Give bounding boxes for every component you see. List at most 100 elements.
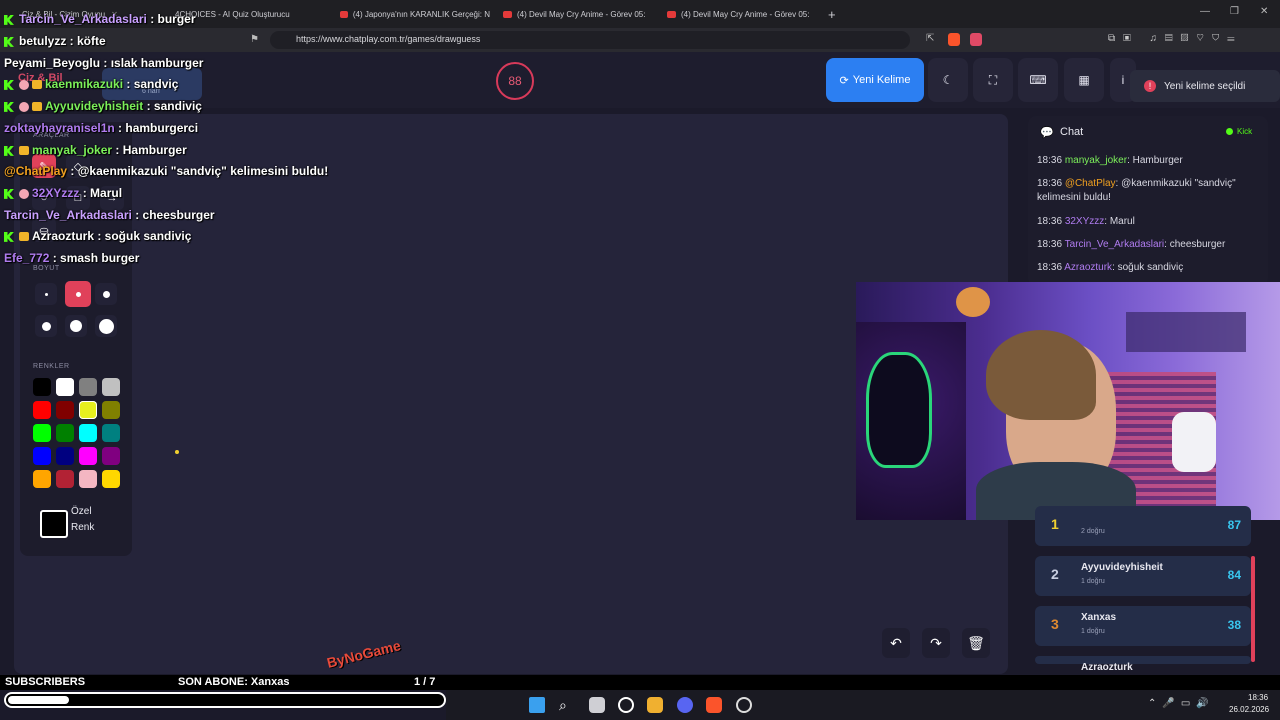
archive-button[interactable]: ▦ bbox=[1064, 58, 1104, 102]
color-swatch[interactable] bbox=[79, 401, 97, 419]
size-option[interactable] bbox=[35, 283, 57, 305]
message-time: 18:36 bbox=[1037, 216, 1063, 227]
size-label: BOYUT bbox=[33, 265, 60, 272]
sub-progress-bar bbox=[4, 692, 446, 708]
maximize-icon[interactable]: ❐ bbox=[1230, 6, 1239, 17]
overlay-text: : smash burger bbox=[49, 251, 140, 265]
message-user[interactable]: 32XYzzz bbox=[1065, 216, 1104, 227]
score-correct: 2 doğru bbox=[1081, 528, 1105, 535]
message-text: : @kaenmikazuki "sandviç" bbox=[1115, 178, 1236, 189]
color-swatch[interactable] bbox=[79, 470, 97, 488]
color-swatch[interactable] bbox=[102, 424, 120, 442]
tab-4choices[interactable]: 4CHOICES - AI Quiz Oluşturucu bbox=[175, 4, 325, 24]
new-word-button[interactable]: ⟳ Yeni Kelime bbox=[826, 58, 924, 102]
color-swatch[interactable] bbox=[56, 401, 74, 419]
url-text: https://www.chatplay.com.tr/games/drawgu… bbox=[296, 34, 481, 44]
new-word-label: Yeni Kelime bbox=[852, 74, 911, 86]
brave-shield-icon[interactable] bbox=[948, 33, 960, 46]
overlay-user: Tarcin_Ve_Arkadaslari bbox=[19, 12, 147, 26]
overlay-chat-line: Azraozturk : soğuk sandiviç bbox=[4, 229, 191, 243]
size-option[interactable] bbox=[65, 315, 87, 337]
overlay-user: Tarcin_Ve_Arkadaslari bbox=[4, 208, 132, 222]
overlay-user: @ChatPlay bbox=[4, 164, 68, 178]
color-swatch[interactable] bbox=[56, 378, 74, 396]
color-swatch[interactable] bbox=[33, 401, 51, 419]
overlay-chat-line: betulyzz : köfte bbox=[4, 34, 106, 48]
tab-label: (4) Devil May Cry Anime - Görev 05: bbox=[517, 9, 646, 19]
message-user[interactable]: @ChatPlay bbox=[1065, 178, 1116, 189]
message-time: 18:36 bbox=[1037, 178, 1063, 189]
custom-color-picker[interactable] bbox=[40, 510, 68, 538]
overlay-chat-line: kaenmikazuki : sandviç bbox=[4, 77, 178, 91]
overlay-text: : sandviç bbox=[123, 77, 179, 91]
subscriber-bar: SUBSCRIBERS SON ABONE: Xanxas 1 / 7 bbox=[0, 675, 1280, 690]
expand-icon: ⛶ bbox=[988, 72, 998, 87]
tab-label: (4) Japonya'nın KARANLIK Gerçeği: N bbox=[352, 9, 490, 19]
message-user[interactable]: manyak_joker bbox=[1065, 155, 1127, 166]
close-window-icon[interactable]: ✕ bbox=[1260, 6, 1268, 17]
obs-icon[interactable] bbox=[736, 697, 752, 713]
color-swatch[interactable] bbox=[79, 447, 97, 465]
bookmark-icon[interactable]: ⚑ bbox=[250, 34, 259, 45]
color-swatch[interactable] bbox=[33, 378, 51, 396]
url-field[interactable]: https://www.chatplay.com.tr/games/drawgu… bbox=[270, 31, 910, 49]
color-swatch[interactable] bbox=[102, 470, 120, 488]
size-option-selected[interactable] bbox=[65, 281, 91, 307]
tab-youtube-2[interactable]: (4) Devil May Cry Anime - Görev 05: bbox=[503, 4, 653, 24]
score-row: 1 2 doğru 87 bbox=[1035, 506, 1251, 546]
size-option[interactable] bbox=[95, 315, 117, 337]
brave-icon[interactable] bbox=[706, 697, 722, 713]
overlay-chat-line: manyak_joker : Hamburger bbox=[4, 143, 187, 157]
color-swatch[interactable] bbox=[79, 424, 97, 442]
undo-button[interactable]: ↶ bbox=[882, 628, 910, 658]
clear-button[interactable]: 🗑 bbox=[962, 628, 990, 658]
message-time: 18:36 bbox=[1037, 262, 1063, 273]
dark-mode-button[interactable]: ☾ bbox=[928, 58, 968, 102]
color-swatch[interactable] bbox=[102, 401, 120, 419]
message-user[interactable]: Azraozturk bbox=[1064, 262, 1112, 273]
size-option[interactable] bbox=[35, 315, 57, 337]
tab-youtube-3[interactable]: (4) Devil May Cry Anime - Görev 05: bbox=[667, 4, 817, 24]
colors-label: RENKLER bbox=[33, 363, 70, 370]
windows-start-icon[interactable] bbox=[529, 697, 545, 713]
brave-rewards-icon[interactable] bbox=[970, 33, 982, 46]
message-user[interactable]: Tarcin_Ve_Arkadaslari bbox=[1065, 239, 1165, 250]
search-icon[interactable]: ⌕ bbox=[559, 697, 575, 713]
microphone bbox=[1172, 412, 1216, 472]
tab-youtube-1[interactable]: (4) Japonya'nın KARANLIK Gerçeği: N bbox=[340, 4, 490, 24]
color-swatch[interactable] bbox=[33, 470, 51, 488]
overlay-text: : sandiviç bbox=[143, 99, 202, 113]
color-swatch[interactable] bbox=[102, 378, 120, 396]
new-tab-icon[interactable]: + bbox=[828, 4, 842, 24]
discord-icon[interactable] bbox=[677, 697, 693, 713]
score-row: Azraozturk bbox=[1035, 656, 1251, 673]
keyboard-button[interactable]: ⌨ bbox=[1018, 58, 1058, 102]
fullscreen-button[interactable]: ⛶ bbox=[973, 58, 1013, 102]
task-view-icon[interactable] bbox=[589, 697, 605, 713]
size-option[interactable] bbox=[95, 283, 117, 305]
color-swatch[interactable] bbox=[56, 470, 74, 488]
message-text: : Hamburger bbox=[1127, 155, 1183, 166]
app-icon[interactable] bbox=[647, 697, 663, 713]
minimize-icon[interactable]: — bbox=[1200, 6, 1210, 17]
redo-button[interactable]: ↷ bbox=[922, 628, 950, 658]
message-time: 18:36 bbox=[1037, 239, 1063, 250]
score-name: Ayyuvideyhisheit bbox=[1081, 562, 1163, 573]
color-swatch[interactable] bbox=[102, 447, 120, 465]
color-swatch[interactable] bbox=[33, 447, 51, 465]
overlay-text: : ıslak hamburger bbox=[100, 56, 204, 70]
color-swatch[interactable] bbox=[33, 424, 51, 442]
scrollbar[interactable] bbox=[1251, 556, 1255, 662]
system-tray-icons[interactable]: ⌃🎤▭🔊 bbox=[1148, 698, 1215, 709]
share-icon[interactable]: ⇱ bbox=[926, 33, 934, 44]
score-points: 84 bbox=[1227, 568, 1241, 582]
color-swatch[interactable] bbox=[56, 424, 74, 442]
overlay-text: : cheesburger bbox=[131, 208, 215, 222]
color-swatch[interactable] bbox=[79, 378, 97, 396]
extensions-icons[interactable]: ⧉▣ ♫▤▨♡⛉☰ bbox=[1108, 33, 1243, 44]
overlay-text: : Hamburger bbox=[112, 143, 187, 157]
color-swatch[interactable] bbox=[56, 447, 74, 465]
message-text: kelimesini buldu! bbox=[1037, 192, 1111, 203]
chatgpt-icon[interactable] bbox=[618, 697, 634, 713]
drawn-dot bbox=[175, 450, 179, 454]
